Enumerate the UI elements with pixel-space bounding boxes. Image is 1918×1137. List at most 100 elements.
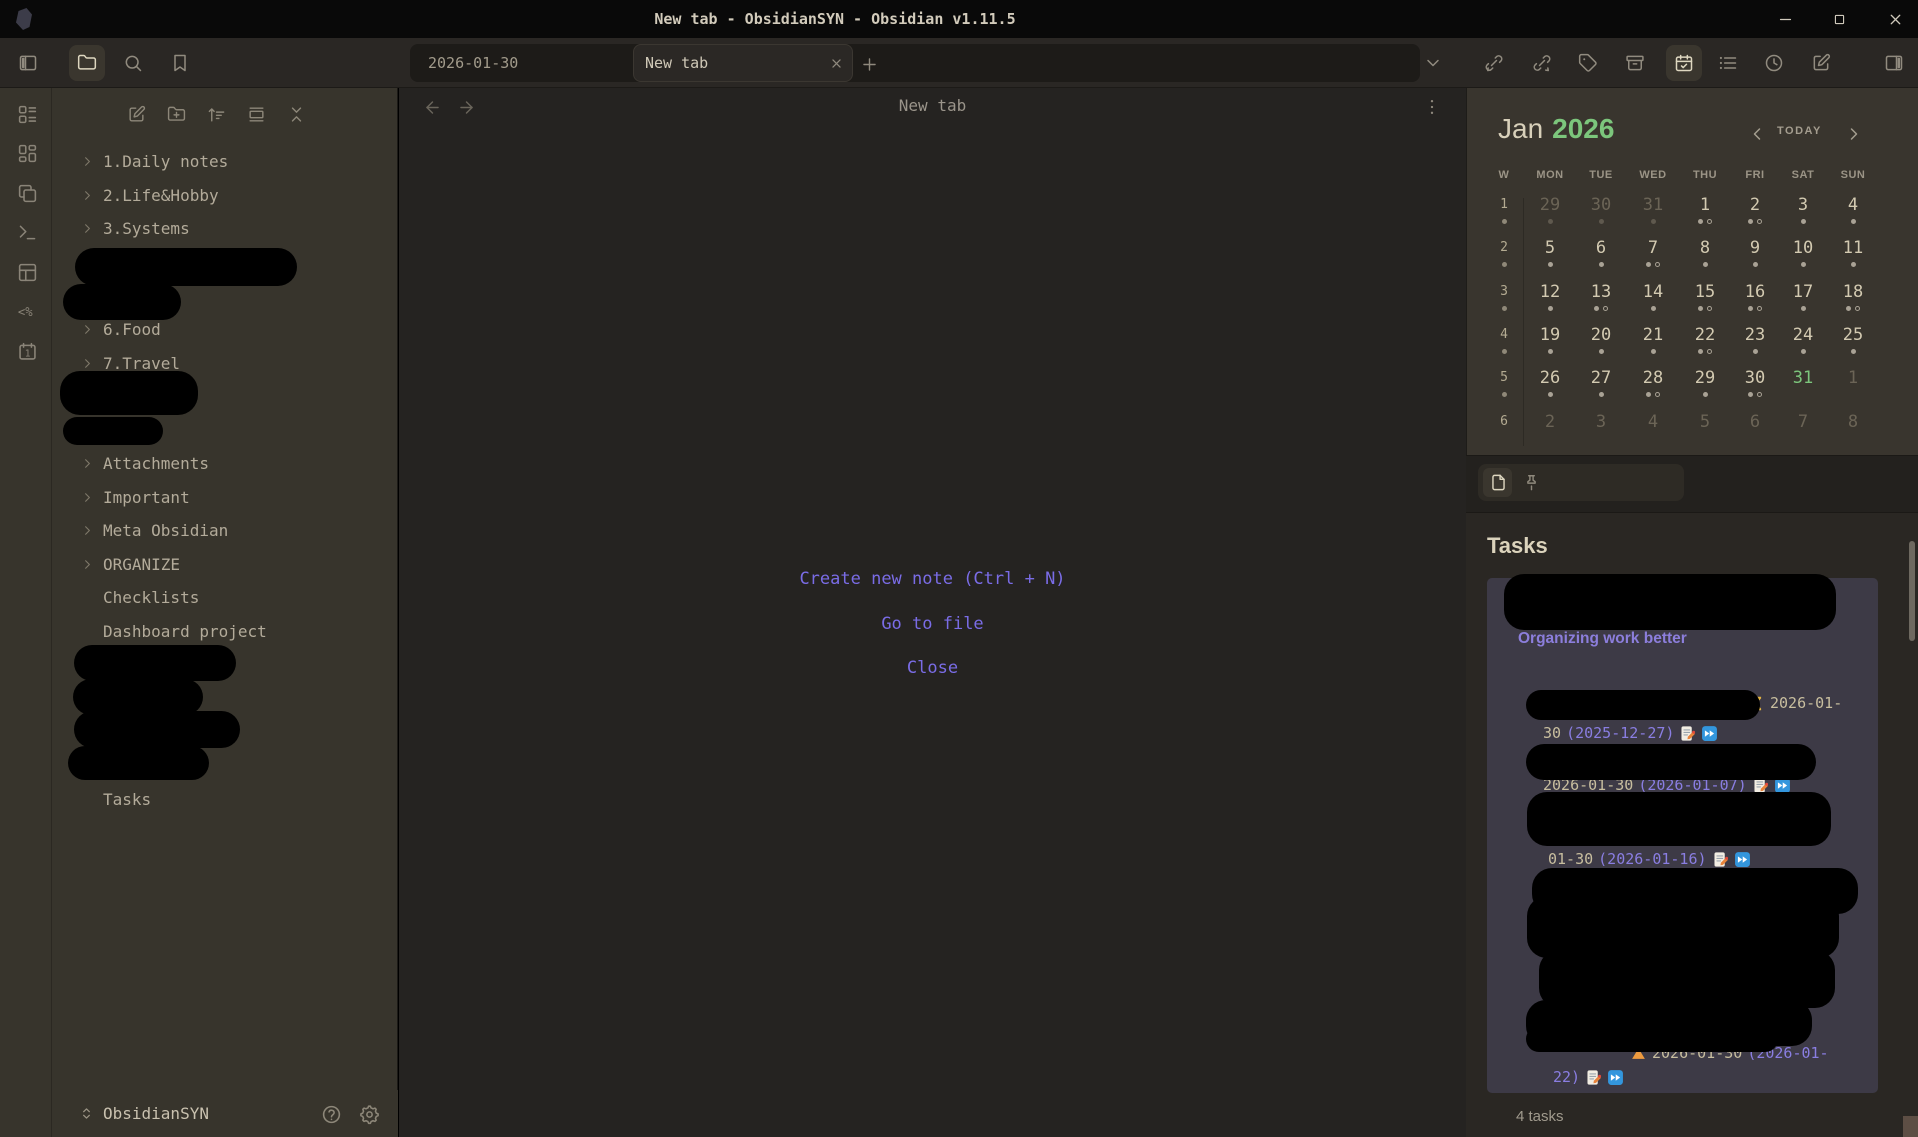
tab-close-icon[interactable] (824, 51, 848, 75)
calendar-day[interactable]: 5 (1680, 412, 1730, 455)
memo-icon[interactable] (1585, 1069, 1602, 1086)
calendar-day[interactable]: 8 (1828, 412, 1878, 455)
calendar-day[interactable]: 28 (1628, 368, 1678, 411)
calendar-day[interactable]: 6 (1730, 412, 1780, 455)
calendar-day[interactable]: 17 (1778, 282, 1828, 325)
calendar-day[interactable]: 7 (1628, 238, 1678, 281)
calendar-prev-icon[interactable] (1745, 122, 1769, 146)
file-icon[interactable] (1488, 471, 1508, 493)
calendar-day[interactable]: 18 (1828, 282, 1878, 325)
calendar-day[interactable]: 19 (1525, 325, 1575, 368)
calendar-week-number[interactable]: 5 (1479, 368, 1529, 411)
calendar-day[interactable]: 31 (1628, 195, 1678, 238)
calendar-day[interactable]: 7 (1778, 412, 1828, 455)
folder-plus-icon[interactable] (160, 96, 192, 132)
link-outgoing-icon[interactable] (1524, 45, 1560, 81)
window-close-button[interactable] (1872, 0, 1918, 38)
help-icon[interactable] (318, 1101, 344, 1127)
calendar-day[interactable]: 16 (1730, 282, 1780, 325)
more-options-icon[interactable] (1420, 95, 1444, 119)
archive-icon[interactable] (1617, 45, 1653, 81)
sort-asc-icon[interactable] (200, 96, 232, 132)
new-tab-button[interactable] (856, 51, 882, 77)
vault-switcher[interactable]: ObsidianSYN (78, 1104, 209, 1123)
calendar-day[interactable]: 26 (1525, 368, 1575, 411)
calendar-day[interactable]: 21 (1628, 325, 1678, 368)
calendar-day-today[interactable]: 31 (1778, 368, 1828, 411)
collapse-icon[interactable] (280, 96, 312, 132)
bookmark-icon[interactable] (162, 45, 198, 81)
calendar-day[interactable]: 2 (1730, 195, 1780, 238)
explorer-item[interactable]: 2.Life&Hobby (52, 179, 398, 213)
calendar-day[interactable]: 10 (1778, 238, 1828, 281)
calendar-day[interactable]: 27 (1576, 368, 1626, 411)
calendar-day[interactable]: 29 (1680, 368, 1730, 411)
calendar-day[interactable]: 13 (1576, 282, 1626, 325)
layout-dashboard-icon[interactable] (16, 143, 38, 165)
folder-icon[interactable] (69, 45, 105, 81)
window-maximize-button[interactable] (1816, 0, 1862, 38)
calendar-day[interactable]: 5 (1525, 238, 1575, 281)
layout-list-icon[interactable] (16, 103, 38, 125)
close-link[interactable]: Close (399, 658, 1466, 678)
forward-icon[interactable] (1734, 851, 1751, 868)
memo-icon[interactable] (1712, 851, 1729, 868)
calendar-week-number[interactable]: 3 (1479, 282, 1529, 325)
calendar-day[interactable]: 24 (1778, 325, 1828, 368)
explorer-item[interactable]: ORGANIZE (52, 548, 398, 582)
terminal-icon[interactable] (16, 222, 38, 244)
go-to-file-link[interactable]: Go to file (399, 614, 1466, 634)
window-minimize-button[interactable] (1762, 0, 1808, 38)
panel-left-icon[interactable] (10, 45, 46, 81)
pin-icon[interactable] (1521, 471, 1541, 493)
calendar-day[interactable]: 6 (1576, 238, 1626, 281)
calendar-day[interactable]: 20 (1576, 325, 1626, 368)
calendar-day[interactable]: 3 (1576, 412, 1626, 455)
copy-icon[interactable] (16, 182, 38, 204)
calendar-day[interactable]: 14 (1628, 282, 1678, 325)
layout-panel-icon[interactable] (16, 261, 38, 283)
scrollbar-thumb[interactable] (1909, 541, 1915, 641)
explorer-item[interactable]: Dashboard project (52, 615, 398, 649)
search-icon[interactable] (115, 45, 151, 81)
settings-gear-icon[interactable] (356, 1101, 382, 1127)
calendar-day[interactable]: 11 (1828, 238, 1878, 281)
calendar-day[interactable]: 4 (1828, 195, 1878, 238)
calendar-day[interactable]: 30 (1576, 195, 1626, 238)
explorer-item[interactable]: Tasks (52, 782, 398, 816)
calendar-check-icon[interactable] (1666, 45, 1702, 81)
explorer-item[interactable]: 1.Daily notes (52, 145, 398, 179)
calendar-week-number[interactable]: 6 (1479, 412, 1529, 455)
edit-icon[interactable] (1803, 45, 1839, 81)
tag-icon[interactable] (1570, 45, 1606, 81)
calendar-day[interactable]: 29 (1525, 195, 1575, 238)
memo-icon[interactable] (1679, 725, 1696, 742)
explorer-item[interactable]: Attachments (52, 447, 398, 481)
calendar-day[interactable]: 3 (1778, 195, 1828, 238)
chevron-down-icon[interactable] (1415, 45, 1451, 81)
calendar-day[interactable]: 15 (1680, 282, 1730, 325)
calendar-day[interactable]: 30 (1730, 368, 1780, 411)
create-new-note-link[interactable]: Create new note (Ctrl + N) (399, 569, 1466, 589)
new-note-icon[interactable] (120, 96, 152, 132)
templater-icon[interactable]: <% (16, 301, 38, 323)
explorer-item[interactable]: Checklists (52, 581, 398, 615)
calendar-day[interactable]: 1 (1828, 368, 1878, 411)
calendar-day[interactable]: 9 (1730, 238, 1780, 281)
daily-note-icon[interactable]: 1 (16, 340, 38, 362)
forward-icon[interactable] (1607, 1069, 1624, 1086)
explorer-item[interactable]: Important (52, 480, 398, 514)
calendar-day[interactable]: 4 (1628, 412, 1678, 455)
calendar-day[interactable]: 1 (1680, 195, 1730, 238)
link-incoming-icon[interactable] (1476, 45, 1512, 81)
calendar-week-number[interactable]: 2 (1479, 238, 1529, 281)
calendar-week-number[interactable]: 1 (1479, 195, 1529, 238)
panel-right-icon[interactable] (1876, 45, 1912, 81)
explorer-item[interactable]: Meta Obsidian (52, 514, 398, 548)
list-icon[interactable] (1710, 45, 1746, 81)
calendar-day[interactable]: 12 (1525, 282, 1575, 325)
calendar-day[interactable]: 23 (1730, 325, 1780, 368)
tab-daily-note[interactable]: 2026-01-30 (410, 44, 632, 82)
calendar-day[interactable]: 2 (1525, 412, 1575, 455)
calendar-week-number[interactable]: 4 (1479, 325, 1529, 368)
